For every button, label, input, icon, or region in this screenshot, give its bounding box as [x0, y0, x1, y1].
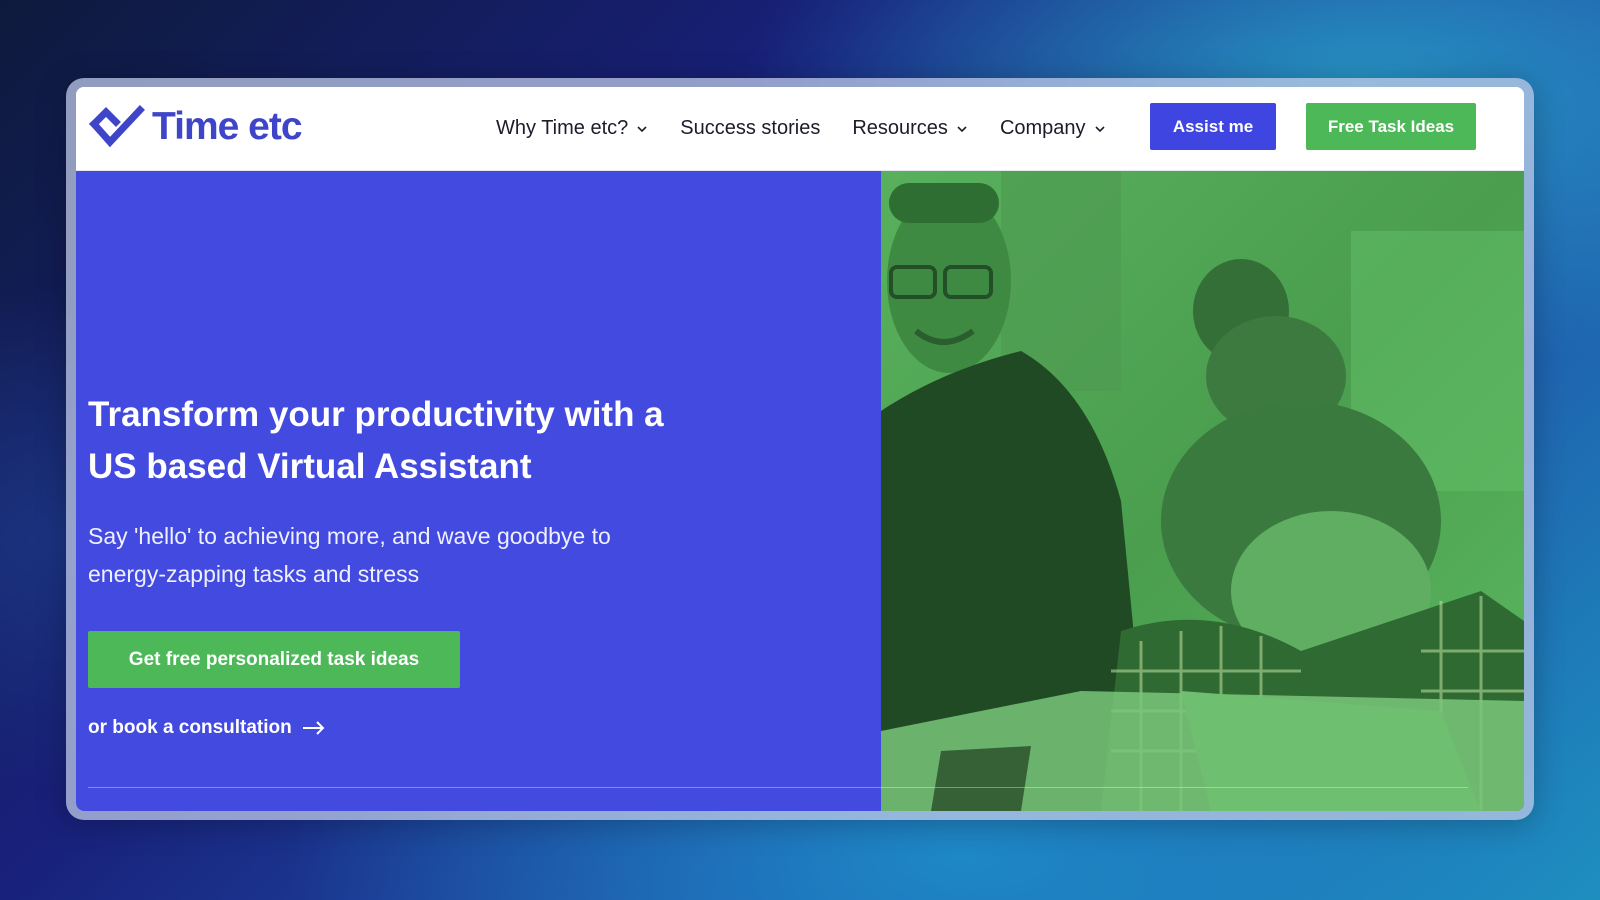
book-consultation-label: or book a consultation — [88, 717, 292, 738]
hero-photo — [881, 171, 1524, 811]
people-working-image — [881, 171, 1524, 811]
nav-item-label: Why Time etc? — [496, 117, 629, 139]
main-nav: Why Time etc? Success stories Resources … — [496, 87, 1138, 170]
section-divider — [88, 787, 1468, 788]
nav-item-label: Success stories — [680, 117, 821, 139]
hero-subtitle: Say 'hello' to achieving more, and wave … — [88, 523, 611, 587]
logo[interactable]: Time etc — [88, 102, 303, 152]
nav-item-resources[interactable]: Resources — [852, 117, 968, 140]
chevron-down-icon — [957, 125, 967, 132]
book-consultation-link[interactable]: or book a consultation — [88, 717, 326, 739]
free-task-ideas-button[interactable]: Free Task Ideas — [1306, 103, 1476, 150]
chevron-down-icon — [637, 125, 647, 132]
get-task-ideas-button[interactable]: Get free personalized task ideas — [88, 631, 460, 688]
logo-text: Time etc — [152, 105, 303, 148]
page-window: Time etc Why Time etc? Success stories R… — [76, 87, 1524, 811]
nav-item-company[interactable]: Company — [1000, 117, 1106, 140]
nav-item-success-stories[interactable]: Success stories — [680, 117, 820, 140]
chevron-down-icon — [1094, 125, 1105, 132]
site-header: Time etc Why Time etc? Success stories R… — [76, 87, 1524, 171]
hero-section: Transform your productivity with a US ba… — [76, 171, 881, 811]
nav-item-why-time-etc[interactable]: Why Time etc? — [496, 117, 648, 140]
assist-me-button[interactable]: Assist me — [1150, 103, 1276, 150]
heart-check-icon — [89, 105, 145, 148]
hero-title: Transform your productivity with a US ba… — [88, 395, 664, 486]
nav-item-label: Company — [999, 117, 1086, 139]
arrow-right-icon — [302, 721, 325, 735]
nav-item-label: Resources — [852, 117, 948, 139]
